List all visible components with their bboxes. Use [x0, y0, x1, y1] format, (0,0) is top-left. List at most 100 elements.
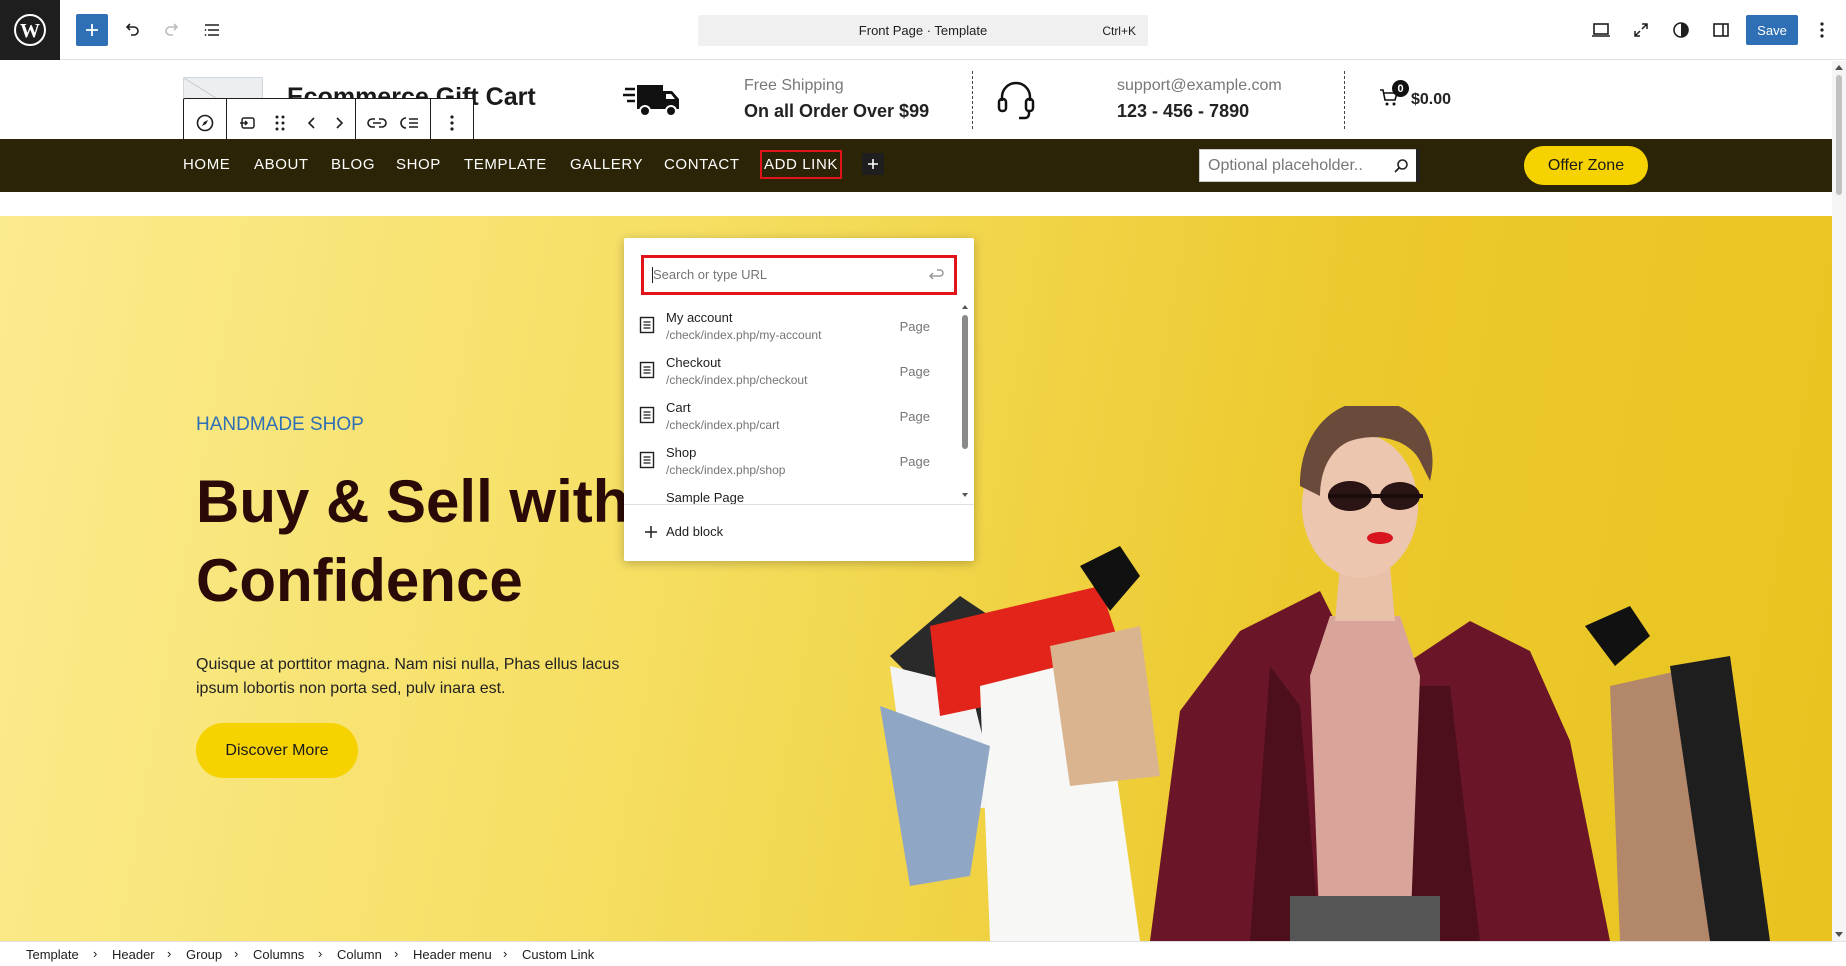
- nav-add-item-button[interactable]: [862, 153, 884, 175]
- document-overview-icon[interactable]: [196, 14, 228, 46]
- save-button[interactable]: Save: [1746, 15, 1798, 45]
- hero-model-image: [880, 406, 1770, 941]
- support-email: support@example.com: [1117, 77, 1282, 94]
- suggestion-title: Checkout: [666, 355, 721, 370]
- suggestion-cart[interactable]: Cart /check/index.php/cart Page: [634, 396, 950, 441]
- plus-icon: [645, 525, 657, 538]
- breadcrumb-separator-icon: ›: [318, 946, 323, 961]
- more-options-icon[interactable]: [437, 103, 467, 143]
- suggestion-shop[interactable]: Shop /check/index.php/shop Page: [634, 441, 950, 486]
- suggestion-checkout[interactable]: Checkout /check/index.php/checkout Page: [634, 351, 950, 396]
- suggestion-url: /check/index.php/cart: [666, 418, 780, 432]
- offer-zone-button[interactable]: Offer Zone: [1524, 146, 1648, 185]
- suggestion-sample-page[interactable]: Sample Page: [634, 486, 950, 506]
- options-icon[interactable]: [1806, 14, 1838, 46]
- page-icon: [639, 361, 655, 384]
- suggestion-type: Page: [899, 409, 930, 424]
- nav-item-shop[interactable]: SHOP: [396, 156, 441, 173]
- svg-text:W: W: [20, 20, 40, 42]
- undo-button[interactable]: [116, 14, 148, 46]
- breadcrumb-template[interactable]: Template: [26, 947, 79, 962]
- breadcrumb-column[interactable]: Column: [337, 947, 382, 962]
- canvas-scrollbar[interactable]: [1832, 61, 1846, 941]
- add-block-item[interactable]: Add block: [644, 524, 723, 539]
- nav-search-field[interactable]: Optional placeholder..: [1199, 149, 1418, 182]
- breadcrumb-custom-link[interactable]: Custom Link: [522, 947, 594, 962]
- move-right-icon[interactable]: [329, 103, 349, 143]
- delivery-truck-icon: [623, 79, 683, 126]
- suggestions-scrollbar[interactable]: [961, 304, 969, 498]
- canvas-scrollbar-thumb[interactable]: [1836, 75, 1842, 195]
- url-search-input[interactable]: Search or type URL: [641, 255, 957, 295]
- page-icon: [639, 406, 655, 429]
- shipping-label: Free Shipping: [744, 77, 844, 94]
- block-breadcrumb: Template › Header › Group › Columns › Co…: [0, 941, 1846, 966]
- scroll-up-arrow-icon[interactable]: [1835, 65, 1843, 70]
- breadcrumb-separator-icon: ›: [394, 946, 399, 961]
- breadcrumb-separator-icon: ›: [93, 946, 98, 961]
- add-block-button[interactable]: [76, 14, 108, 46]
- suggestion-title: Shop: [666, 445, 697, 460]
- nav-item-gallery[interactable]: GALLERY: [570, 156, 643, 173]
- cart-total[interactable]: $0.00: [1411, 91, 1451, 109]
- nav-item-add-link[interactable]: ADD LINK: [760, 150, 842, 179]
- popover-divider: [624, 504, 974, 505]
- hero-kicker: HANDMADE SHOP: [196, 414, 364, 435]
- breadcrumb-header-menu[interactable]: Header menu: [413, 947, 492, 962]
- nav-item-blog[interactable]: BLOG: [331, 156, 375, 173]
- submit-link-icon[interactable]: [927, 267, 945, 288]
- breadcrumb-columns[interactable]: Columns: [253, 947, 304, 962]
- add-block-label: Add block: [666, 524, 724, 539]
- device-preview-icon[interactable]: [1585, 14, 1617, 46]
- suggestion-url: /check/index.php/shop: [666, 463, 786, 477]
- headset-icon: [996, 79, 1036, 126]
- suggestion-title: Cart: [666, 400, 691, 415]
- url-input-placeholder: Search or type URL: [653, 267, 768, 282]
- styles-icon[interactable]: [1665, 14, 1697, 46]
- nav-item-template[interactable]: TEMPLATE: [464, 156, 547, 173]
- suggestion-my-account[interactable]: My account /check/index.php/my-account P…: [634, 306, 950, 351]
- page-icon: [639, 451, 655, 474]
- discover-more-button[interactable]: Discover More: [196, 723, 358, 778]
- suggestion-url: /check/index.php/checkout: [666, 373, 808, 387]
- header-divider: [1344, 71, 1345, 129]
- settings-sidebar-icon[interactable]: [1705, 14, 1737, 46]
- editor-top-bar: W Front Page · Template Ctrl+K Save: [0, 0, 1846, 60]
- nav-item-home[interactable]: HOME: [183, 156, 230, 173]
- header-navigation: HOME ABOUT BLOG SHOP TEMPLATE GALLERY CO…: [0, 139, 1832, 192]
- cart-count-badge: 0: [1392, 80, 1409, 97]
- suggestion-type: Page: [899, 364, 930, 379]
- wordpress-logo-icon[interactable]: W: [0, 0, 60, 60]
- custom-link-icon[interactable]: [233, 103, 263, 143]
- suggestion-title: My account: [666, 310, 733, 325]
- scrollbar-thumb[interactable]: [962, 315, 968, 449]
- hero-description: Quisque at porttitor magna. Nam nisi nul…: [196, 656, 620, 697]
- fullscreen-icon[interactable]: [1625, 14, 1657, 46]
- template-title: Front Page · Template: [858, 23, 988, 38]
- nav-item-about[interactable]: ABOUT: [254, 156, 309, 173]
- support-phone: 123 - 456 - 7890: [1117, 101, 1250, 121]
- search-button[interactable]: [1416, 149, 1420, 182]
- scroll-down-arrow-icon[interactable]: [1835, 932, 1843, 937]
- link-suggestions-list: My account /check/index.php/my-account P…: [634, 306, 950, 506]
- move-left-icon[interactable]: [297, 103, 327, 143]
- shipping-value: On all Order Over $99: [744, 101, 930, 121]
- nav-search-placeholder: Optional placeholder..: [1208, 157, 1363, 174]
- drag-handle-icon[interactable]: [265, 103, 295, 143]
- compass-icon[interactable]: [190, 103, 220, 143]
- command-shortcut: Ctrl+K: [1102, 24, 1136, 38]
- link-icon[interactable]: [362, 103, 392, 143]
- breadcrumb-group[interactable]: Group: [186, 947, 222, 962]
- suggestion-title: Sample Page: [666, 490, 745, 505]
- header-divider: [972, 71, 973, 129]
- command-palette-button[interactable]: Front Page · Template Ctrl+K: [698, 15, 1148, 46]
- breadcrumb-separator-icon: ›: [234, 946, 239, 961]
- add-submenu-icon[interactable]: [394, 103, 424, 143]
- editor-canvas: Ecommerce Gift Cart Free Shipping On all…: [0, 61, 1832, 941]
- suggestion-type: Page: [899, 454, 930, 469]
- nav-item-contact[interactable]: CONTACT: [664, 156, 740, 173]
- page-icon: [639, 316, 655, 339]
- breadcrumb-header[interactable]: Header: [112, 947, 155, 962]
- search-icon[interactable]: [1393, 158, 1409, 179]
- redo-button[interactable]: [156, 14, 188, 46]
